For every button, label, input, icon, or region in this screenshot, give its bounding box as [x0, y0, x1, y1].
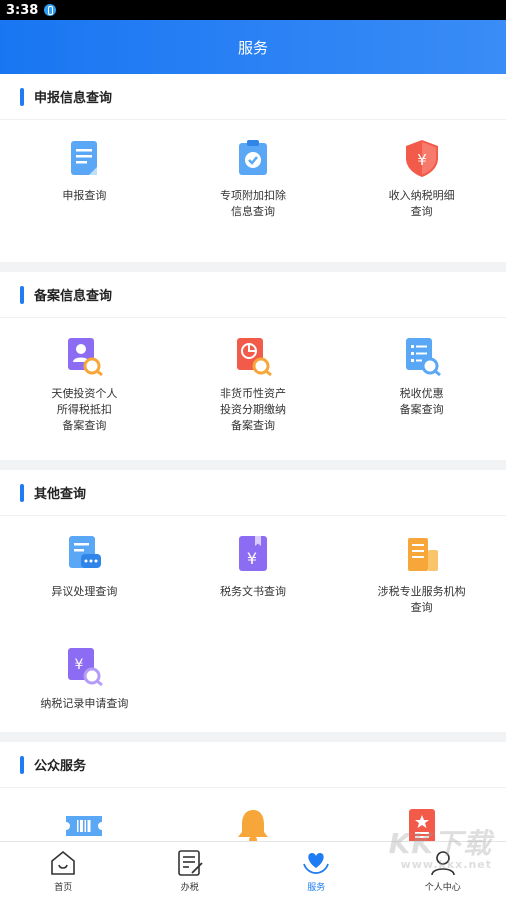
user-icon	[430, 851, 455, 876]
list-search-icon	[402, 336, 442, 376]
status-bar: 3:38	[0, 0, 506, 20]
section-accent-bar	[20, 87, 24, 106]
service-notice[interactable]	[169, 788, 338, 841]
star-document-icon	[402, 806, 442, 841]
service-label: 涉税专业服务机构 查询	[377, 585, 466, 614]
service-objection-query[interactable]: 异议处理查询	[0, 516, 169, 628]
tab-tax-handling[interactable]: 办税	[127, 842, 254, 899]
section-title: 公众服务	[34, 759, 87, 774]
tab-label: 个人中心	[424, 883, 461, 893]
service-label: 申报查询	[62, 189, 107, 202]
section-accent-bar	[20, 483, 24, 502]
section-title: 备案信息查询	[34, 289, 113, 304]
yen-book-icon: ¥	[233, 534, 273, 574]
section-filing-query: 备案信息查询 天使投资个人 所得税抵扣 备案查询 非货币性资产 投资分期缴纳 备…	[0, 272, 506, 460]
service-label: 税务文书查询	[219, 585, 286, 598]
ticket-barcode-icon	[64, 806, 104, 841]
service-label: 天使投资个人 所得税抵扣 备案查询	[51, 387, 118, 432]
edit-document-icon	[177, 850, 203, 876]
service-tax-document-query[interactable]: ¥ 税务文书查询	[169, 516, 338, 628]
service-invoice-query[interactable]	[0, 788, 169, 841]
heart-hands-icon	[303, 853, 330, 874]
svg-text:¥: ¥	[417, 151, 427, 169]
service-angel-investment-query[interactable]: 天使投资个人 所得税抵扣 备案查询	[0, 318, 169, 446]
page-title: 服务	[237, 38, 268, 57]
section-public-service: 公众服务	[0, 742, 506, 841]
tab-personal-center[interactable]: 个人中心	[380, 842, 506, 899]
clipboard-check-icon	[233, 138, 273, 178]
service-label: 纳税记录申请查询	[40, 697, 129, 710]
tab-service[interactable]: 服务	[253, 842, 380, 899]
service-declaration-query[interactable]: 申报查询	[0, 120, 169, 248]
chat-document-icon	[64, 534, 104, 574]
svg-text:¥: ¥	[75, 657, 84, 673]
service-tax-record-query[interactable]: ¥ 纳税记录申请查询	[0, 628, 169, 728]
person-search-icon	[64, 336, 104, 376]
service-income-tax-detail-query[interactable]: ¥ 收入纳税明细 查询	[337, 120, 506, 248]
section-title: 其他查询	[34, 487, 87, 502]
building-icon	[402, 534, 442, 574]
svg-text:¥: ¥	[247, 549, 257, 568]
service-label: 异议处理查询	[51, 585, 118, 598]
section-other-query: 其他查询 异议处理查询 ¥ 税务文书查询 涉税专业服务机构 查询 ¥ 纳税记录申…	[0, 470, 506, 732]
document-icon	[64, 138, 104, 178]
tab-label: 首页	[54, 883, 73, 893]
bell-icon	[233, 806, 273, 841]
tab-label: 服务	[307, 883, 326, 893]
notification-icon	[44, 4, 57, 16]
section-title: 申报信息查询	[34, 91, 113, 106]
service-label: 收入纳税明细 查询	[388, 189, 455, 218]
service-label: 税收优惠 备案查询	[399, 387, 444, 416]
service-special-deduction-query[interactable]: 专项附加扣除 信息查询	[169, 120, 338, 248]
service-label: 非货币性资产 投资分期缴纳 备案查询	[219, 387, 286, 432]
section-accent-bar	[20, 285, 24, 304]
tab-home[interactable]: 首页	[0, 842, 127, 899]
yen-search-icon: ¥	[64, 646, 104, 686]
home-icon	[51, 850, 76, 875]
service-list[interactable]: 申报信息查询 申报查询 专项附加扣除 信息查询 ¥ 收入纳税明细 查询 备案信息…	[0, 74, 506, 841]
pie-search-icon	[233, 336, 273, 376]
tab-label: 办税	[180, 883, 199, 893]
service-professional-agency-query[interactable]: 涉税专业服务机构 查询	[337, 516, 506, 628]
service-credit-query[interactable]	[337, 788, 506, 841]
service-tax-incentive-query[interactable]: 税收优惠 备案查询	[337, 318, 506, 446]
page-header: 服务	[0, 20, 506, 74]
service-non-monetary-asset-query[interactable]: 非货币性资产 投资分期缴纳 备案查询	[169, 318, 338, 446]
status-time: 3:38	[6, 2, 39, 18]
section-declaration-query: 申报信息查询 申报查询 专项附加扣除 信息查询 ¥ 收入纳税明细 查询	[0, 74, 506, 262]
bottom-tab-bar: 首页 办税 服务 个人中心	[0, 841, 506, 899]
section-accent-bar	[20, 755, 24, 774]
service-label: 专项附加扣除 信息查询	[219, 189, 286, 218]
shield-yen-icon: ¥	[402, 138, 442, 178]
